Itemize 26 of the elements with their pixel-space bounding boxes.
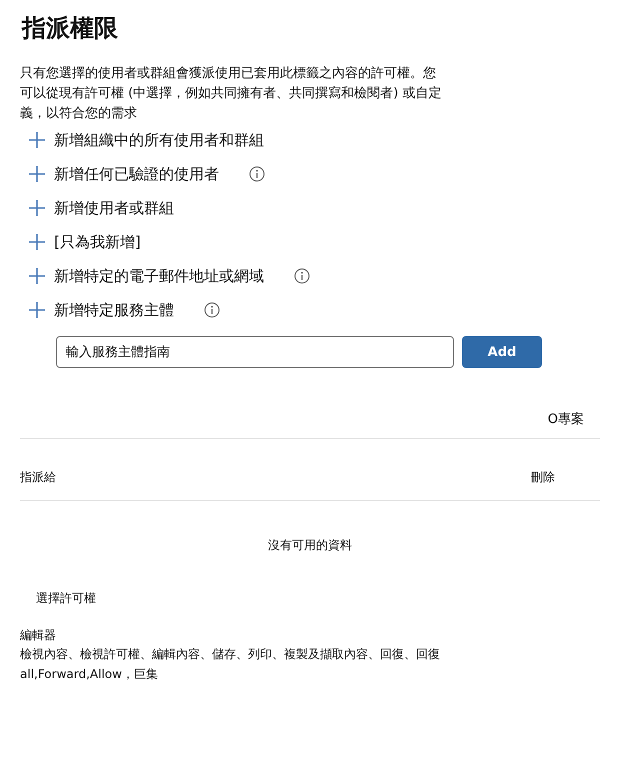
add-option-link[interactable]: 新增組織中的所有使用者和群組: [54, 130, 264, 150]
add-option-link[interactable]: 新增使用者或群組: [54, 198, 174, 218]
project-label: O專案: [548, 411, 584, 428]
plus-icon[interactable]: [28, 233, 46, 251]
column-header: 指派給: [20, 469, 56, 486]
add-option-link[interactable]: 新增任何已驗證的使用者: [54, 164, 219, 184]
permissions-text: 檢視內容、檢視許可權、編輯內容、儲存、列印、複製及擷取內容、回復、回復 all,Forward,Allow，巨集: [20, 646, 441, 683]
service-principal-field[interactable]: 輸入服務主體指南: [56, 336, 454, 368]
role-name: 編輯器: [20, 627, 56, 644]
page-title: 指派權限: [22, 13, 119, 44]
plus-icon[interactable]: [28, 301, 46, 319]
info-icon[interactable]: [204, 302, 220, 318]
column-header: 刪除: [531, 469, 555, 486]
plus-icon[interactable]: [28, 131, 46, 149]
add-option-link[interactable]: 新增特定的電子郵件地址或網域: [54, 266, 264, 286]
info-icon[interactable]: [249, 166, 265, 182]
add-button[interactable]: Add: [462, 336, 542, 368]
add-option-link[interactable]: [只為我新增]: [54, 232, 141, 252]
plus-icon[interactable]: [28, 199, 46, 217]
info-icon[interactable]: [294, 268, 310, 284]
add-option-link[interactable]: 新增特定服務主體: [54, 300, 174, 320]
plus-icon[interactable]: [28, 165, 46, 183]
description-text: 只有您選擇的使用者或群組會獲派使用已套用此標籤之內容的許可權。您可以從現有許可權 (中選擇，例如共同擁有者、共同撰寫和檢閱者) 或自定義，以符合您的需求: [20, 65, 442, 123]
plus-icon[interactable]: [28, 267, 46, 285]
empty-message: 沒有可用的資料: [268, 537, 352, 554]
choose-permissions-link[interactable]: 選擇許可權: [36, 590, 96, 607]
